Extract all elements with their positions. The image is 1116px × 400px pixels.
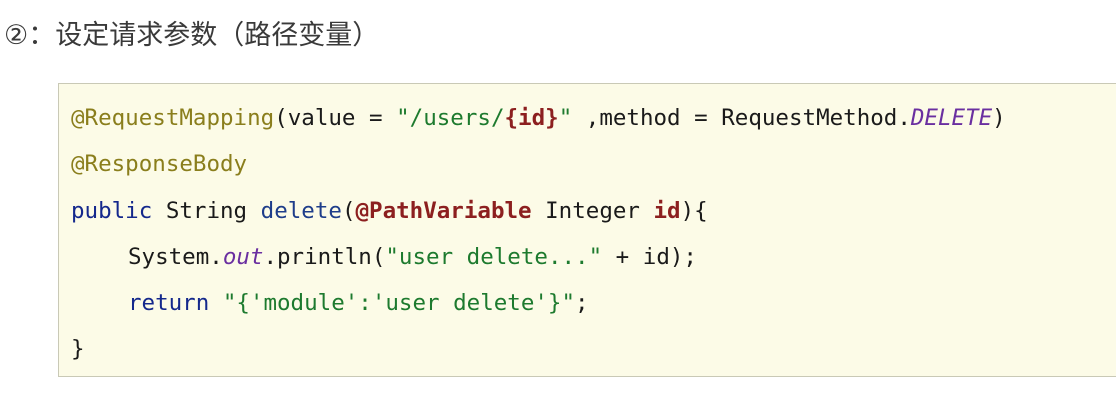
code-block: @RequestMapping(value = "/users/{id}" ,m… — [58, 83, 1116, 377]
annotation-path-variable: @PathVariable — [355, 197, 532, 224]
annotation-request-mapping: @RequestMapping — [71, 105, 275, 131]
static-field: out — [222, 243, 264, 270]
code-text: System. — [128, 243, 223, 270]
code-line-1: @RequestMapping(value = "/users/{id}" ,m… — [59, 95, 1116, 141]
code-text: .println( — [263, 243, 386, 270]
string-literal: "user delete..." — [385, 243, 603, 270]
code-text: ){ — [680, 197, 708, 224]
enum-constant: DELETE — [910, 105, 993, 131]
code-line-5: return "{'module':'user delete'}"; — [59, 280, 1116, 326]
code-text: (value = — [274, 105, 397, 131]
section-heading: ②：设定请求参数（路径变量） — [4, 20, 380, 51]
annotation-response-body: @ResponseBody — [71, 151, 248, 178]
code-line-2: @ResponseBody — [59, 141, 1116, 187]
parameter-name: id — [653, 197, 681, 224]
code-line-6: } — [59, 326, 1116, 372]
code-text: Integer — [531, 197, 654, 224]
string-literal: "/users/ — [396, 105, 505, 131]
string-literal: "{'module':'user delete'}" — [222, 290, 576, 317]
code-line-3: public String delete(@PathVariable Integ… — [59, 188, 1116, 234]
code-text: ; — [575, 290, 589, 317]
code-line-4: System.out.println("user delete..." + id… — [59, 234, 1116, 280]
code-text: + id); — [602, 243, 697, 270]
closing-brace: } — [71, 336, 85, 363]
code-text: String — [152, 197, 261, 224]
page: ②：设定请求参数（路径变量） @RequestMapping(value = "… — [0, 0, 1116, 400]
string-literal-end: " — [558, 105, 573, 131]
code-text: ) — [992, 105, 1006, 131]
path-variable-placeholder: {id} — [504, 105, 559, 131]
keyword-return: return — [128, 290, 210, 317]
code-text: ,method = RequestMethod. — [572, 105, 911, 131]
code-text: ( — [341, 197, 356, 224]
keyword-public: public — [71, 197, 153, 224]
method-name: delete — [260, 197, 342, 224]
